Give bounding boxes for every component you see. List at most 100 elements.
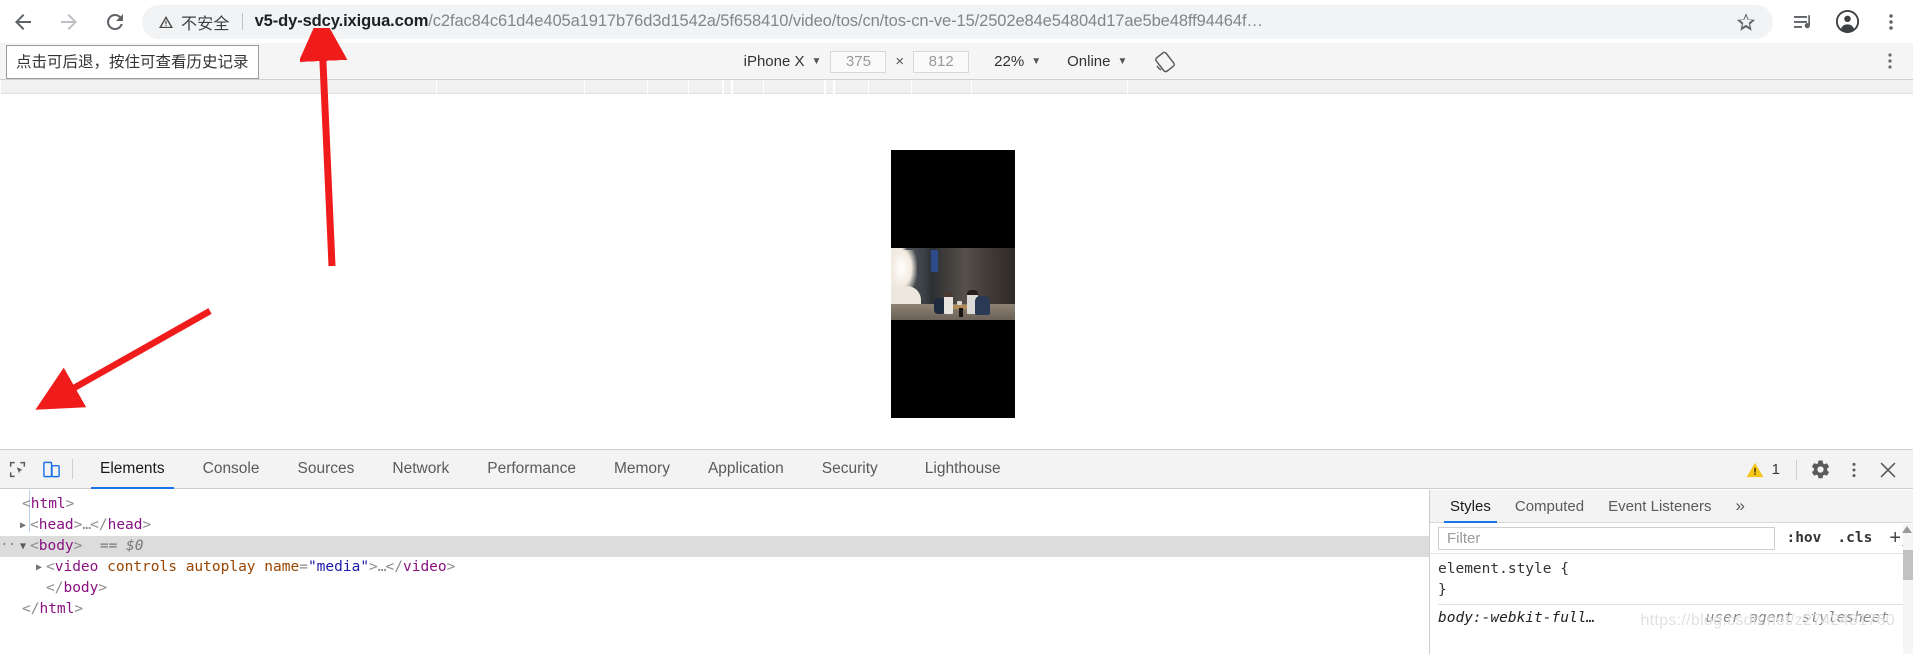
tab-styles[interactable]: Styles: [1438, 490, 1503, 523]
device-toolbar-menu-icon[interactable]: [1881, 51, 1899, 76]
dom-line-content: <body> == $0: [30, 538, 144, 554]
device-toolbar-icon[interactable]: [34, 450, 68, 489]
close-devtools-icon[interactable]: [1871, 450, 1905, 489]
zoom-value: 22%: [994, 53, 1025, 70]
tab-label: Sources: [297, 460, 355, 477]
devtools-toolbar-right: 1: [1736, 450, 1905, 489]
chevron-down-icon: ▼: [1031, 55, 1042, 67]
reload-button[interactable]: [92, 0, 138, 43]
video-preview[interactable]: [891, 150, 1015, 418]
account-avatar-icon[interactable]: [1825, 0, 1869, 43]
dom-line-content: <html>: [22, 496, 75, 512]
bookmark-star-icon[interactable]: [1727, 5, 1765, 39]
dom-node-body-close[interactable]: </body>: [0, 578, 1429, 599]
tab-label: Application: [707, 460, 784, 477]
tab-label: Computed: [1514, 497, 1585, 515]
expand-triangle-icon[interactable]: ▶: [36, 557, 46, 578]
devtools-panel: Elements Console Sources Network Perform…: [0, 449, 1913, 654]
warning-triangle-icon: [1746, 462, 1764, 477]
scroll-up-arrow-icon[interactable]: [1902, 526, 1912, 533]
device-toolbar: iPhone X ▼ 375 × 812 22% ▼ Online ▼: [0, 43, 1913, 80]
expand-triangle-icon[interactable]: ▶: [20, 515, 30, 536]
tab-sources[interactable]: Sources: [279, 450, 374, 489]
dom-line-content: </body>: [46, 580, 108, 596]
toolbar-divider: [72, 459, 73, 479]
hov-toggle-button[interactable]: :hov: [1781, 530, 1826, 546]
inspect-element-icon[interactable]: [0, 450, 34, 489]
tab-memory[interactable]: Memory: [595, 450, 689, 489]
tab-label: Lighthouse: [924, 460, 1001, 477]
style-rule-close: }: [1438, 582, 1447, 598]
browser-menu-kebab-icon[interactable]: [1869, 0, 1913, 43]
devtools-body: <html> ▶ <head>…</head> ·· ▼ <body> == $0 ▶…: [0, 490, 1913, 654]
styles-sidebar: Styles Computed Event Listeners » Filter…: [1429, 490, 1913, 654]
tab-label: Styles: [1450, 497, 1491, 515]
tab-computed[interactable]: Computed: [1503, 490, 1596, 523]
back-button-tooltip: 点击可后退，按住可查看历史记录: [6, 45, 259, 79]
viewport-ruler[interactable]: [0, 80, 1913, 94]
tab-elements[interactable]: Elements: [81, 450, 184, 489]
styles-rules-list[interactable]: element.style { } user agent stylesheet …: [1430, 556, 1903, 654]
styles-filter-row: Filter :hov .cls +: [1430, 523, 1913, 554]
tab-event-listeners[interactable]: Event Listeners: [1596, 490, 1723, 523]
device-height-value: 812: [928, 53, 954, 70]
dom-node-html-open[interactable]: <html>: [0, 494, 1429, 515]
styles-filter-placeholder: Filter: [1447, 529, 1481, 547]
style-rule-source[interactable]: user agent stylesheet: [1706, 608, 1903, 629]
chevron-down-icon: ▼: [1117, 55, 1128, 67]
device-height-input[interactable]: 812: [913, 50, 970, 73]
throttling-selector[interactable]: Online ▼: [1058, 50, 1136, 74]
styles-filter-input[interactable]: Filter: [1438, 526, 1776, 550]
warning-indicator[interactable]: 1: [1736, 461, 1790, 479]
styles-scrollbar[interactable]: [1902, 524, 1913, 654]
warning-triangle-icon: [159, 15, 173, 28]
warning-count: 1: [1771, 461, 1780, 478]
chevron-down-icon: ▼: [811, 55, 822, 67]
device-selector[interactable]: iPhone X ▼: [735, 50, 831, 74]
device-width-input[interactable]: 375: [830, 50, 887, 73]
zoom-selector[interactable]: 22% ▼: [985, 50, 1050, 74]
more-tabs-chevron-icon[interactable]: »: [1723, 496, 1756, 516]
browser-actions: [1781, 0, 1913, 43]
style-rule-selector[interactable]: body:-webkit-full…: [1438, 610, 1595, 626]
collapse-triangle-icon[interactable]: ▼: [20, 536, 30, 557]
dom-node-video[interactable]: ▶ <video controls autoplay name="media">……: [0, 557, 1429, 578]
tab-console[interactable]: Console: [184, 450, 279, 489]
tab-label: Security: [821, 460, 878, 477]
dom-line-content: </html>: [22, 601, 84, 617]
devtools-menu-kebab-icon[interactable]: [1837, 450, 1871, 489]
tab-label: Network: [392, 460, 450, 477]
tab-label: Console: [202, 460, 260, 477]
styles-tabbar: Styles Computed Event Listeners »: [1430, 490, 1913, 523]
media-list-icon[interactable]: [1781, 0, 1825, 43]
dom-node-html-close[interactable]: </html>: [0, 599, 1429, 620]
tab-label: Memory: [613, 460, 670, 477]
style-rule[interactable]: user agent stylesheet body:-webkit-full…: [1438, 604, 1903, 629]
settings-gear-icon[interactable]: [1803, 450, 1837, 489]
rotate-device-icon[interactable]: [1152, 49, 1178, 75]
page-viewport[interactable]: [0, 94, 1913, 449]
toolbar-divider: [1796, 459, 1797, 480]
dom-tree[interactable]: <html> ▶ <head>…</head> ·· ▼ <body> == $0 ▶…: [0, 490, 1429, 654]
address-bar[interactable]: 不安全 v5-dy-sdcy.ixigua.com/c2fac84c61d4e4…: [142, 4, 1773, 39]
tab-security[interactable]: Security: [803, 450, 897, 489]
cls-toggle-button[interactable]: .cls: [1832, 530, 1877, 546]
device-width-value: 375: [845, 53, 871, 70]
tab-performance[interactable]: Performance: [468, 450, 595, 489]
tab-label: Elements: [100, 460, 165, 477]
scrollbar-thumb[interactable]: [1903, 550, 1913, 580]
back-button[interactable]: [0, 0, 46, 43]
dom-node-body[interactable]: ·· ▼ <body> == $0: [0, 536, 1429, 557]
dom-node-head[interactable]: ▶ <head>…</head>: [0, 515, 1429, 536]
forward-button[interactable]: [46, 0, 92, 43]
tab-application[interactable]: Application: [689, 450, 803, 489]
style-rule-selector[interactable]: element.style {: [1438, 559, 1903, 580]
security-label: 不安全: [181, 13, 230, 33]
style-rule[interactable]: element.style { }: [1438, 559, 1903, 601]
tab-network[interactable]: Network: [373, 450, 468, 489]
throttling-value: Online: [1067, 53, 1111, 70]
url-text[interactable]: v5-dy-sdcy.ixigua.com/c2fac84c61d4e405a1…: [255, 12, 1727, 31]
security-indicator[interactable]: 不安全: [158, 10, 230, 34]
video-frame-content: [891, 248, 1015, 320]
tab-lighthouse[interactable]: Lighthouse: [897, 450, 1020, 489]
